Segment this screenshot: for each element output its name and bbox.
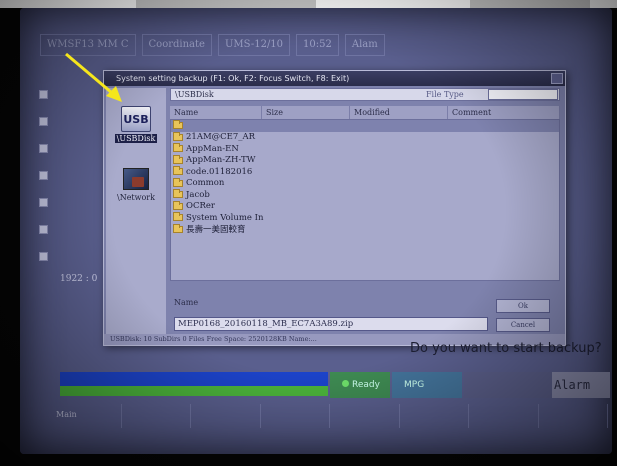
tab-main[interactable]: Main xyxy=(52,404,122,428)
location-sidebar: USB \USBDisk \Network xyxy=(106,88,166,342)
background-row-label: 1922 : 0 xyxy=(60,274,98,284)
alarm-indicator[interactable]: Alarm xyxy=(552,372,610,398)
sidebar-item-label: \USBDisk xyxy=(114,134,158,143)
folder-name: OCRer xyxy=(186,201,215,212)
folder-name: System Volume In xyxy=(186,212,264,223)
folder-icon xyxy=(173,177,183,187)
checkbox[interactable] xyxy=(39,117,48,126)
ready-indicator: Ready xyxy=(330,372,390,398)
file-type-select[interactable] xyxy=(488,89,558,100)
progress-bar-green xyxy=(60,386,328,396)
status-cell: UMS-12/10 xyxy=(217,34,291,56)
status-segment xyxy=(464,372,552,398)
list-item[interactable]: OCRer xyxy=(171,200,559,213)
column-header-name[interactable]: Name xyxy=(170,106,262,119)
function-key[interactable] xyxy=(400,404,469,428)
background-checkbox-column xyxy=(37,90,51,279)
network-icon xyxy=(123,168,149,190)
ready-label: Ready xyxy=(352,380,380,390)
top-strip-block xyxy=(470,0,590,8)
status-dot-icon xyxy=(342,380,349,387)
cancel-button[interactable]: Cancel xyxy=(496,318,550,332)
column-header-comment[interactable]: Comment xyxy=(448,106,560,119)
backup-dialog: System setting backup (F1: Ok, F2: Focus… xyxy=(103,70,566,346)
file-type-label: File Type xyxy=(426,90,464,99)
folder-icon xyxy=(173,189,183,199)
dialog-title: System setting backup (F1: Ok, F2: Focus… xyxy=(104,71,565,86)
backup-prompt: Do you want to start backup? xyxy=(410,341,602,356)
sidebar-item-label: \Network xyxy=(117,193,155,202)
file-name-input[interactable]: MEP0168_20160118_MB_EC7A3A89.zip xyxy=(174,317,488,331)
close-icon[interactable] xyxy=(551,73,563,84)
function-key[interactable] xyxy=(191,404,261,428)
checkbox[interactable] xyxy=(39,171,48,180)
checkbox[interactable] xyxy=(39,144,48,153)
status-cell: 10:52 xyxy=(296,34,339,56)
list-item[interactable]: 21AM@CE7_AR xyxy=(171,131,559,144)
mpg-indicator: MPG xyxy=(392,372,462,398)
name-label: Name xyxy=(174,298,199,307)
sidebar-item-usbdisk[interactable]: USB \USBDisk xyxy=(106,106,166,143)
bottom-function-bar: Main xyxy=(52,404,608,428)
folder-icon xyxy=(173,212,183,222)
function-key[interactable] xyxy=(330,404,400,428)
column-header-modified[interactable]: Modified xyxy=(350,106,448,119)
folder-name: Jacob xyxy=(186,189,210,200)
progress-bar-blue xyxy=(60,372,328,386)
top-strip-block xyxy=(136,0,316,8)
file-list: 21AM@CE7_AR AppMan-EN AppMan-ZH-TW code.… xyxy=(170,119,560,281)
list-item[interactable] xyxy=(171,120,559,132)
list-item[interactable]: System Volume In xyxy=(171,212,559,224)
function-key[interactable] xyxy=(122,404,191,428)
file-list-header: Name Size Modified Comment xyxy=(170,106,560,119)
status-cell: Alam xyxy=(344,34,385,56)
list-item[interactable]: Jacob xyxy=(171,189,559,201)
list-item[interactable]: code.01182016 xyxy=(171,166,559,178)
folder-icon xyxy=(173,120,183,130)
sidebar-item-network[interactable]: \Network xyxy=(106,168,166,202)
list-item[interactable]: 長壽一美固較育 xyxy=(171,223,559,236)
list-item[interactable]: AppMan-ZH-TW xyxy=(171,154,559,167)
folder-icon xyxy=(173,166,183,176)
function-key[interactable] xyxy=(261,404,330,428)
status-cell: Coordinate xyxy=(141,34,212,56)
folder-icon xyxy=(173,143,183,153)
folder-name: AppMan-EN xyxy=(186,143,239,154)
checkbox[interactable] xyxy=(39,198,48,207)
folder-icon xyxy=(173,200,183,210)
checkbox[interactable] xyxy=(39,225,48,234)
folder-icon xyxy=(173,223,183,233)
list-item[interactable]: AppMan-EN xyxy=(171,143,559,155)
list-item[interactable]: Common xyxy=(171,177,559,190)
folder-name: Common xyxy=(186,178,225,189)
folder-icon xyxy=(173,154,183,164)
top-strip xyxy=(0,0,617,8)
folder-name: code.01182016 xyxy=(186,166,253,177)
folder-name: 長壽一美固較育 xyxy=(186,225,246,236)
function-key[interactable] xyxy=(539,404,608,428)
column-header-size[interactable]: Size xyxy=(262,106,350,119)
checkbox[interactable] xyxy=(39,90,48,99)
folder-name: 21AM@CE7_AR xyxy=(186,132,256,143)
annotation-arrow-icon xyxy=(65,52,122,102)
folder-icon xyxy=(173,131,183,141)
function-key[interactable] xyxy=(469,404,539,428)
ok-button[interactable]: Ok xyxy=(496,299,550,313)
folder-name: AppMan-ZH-TW xyxy=(186,155,256,166)
checkbox[interactable] xyxy=(39,252,48,261)
